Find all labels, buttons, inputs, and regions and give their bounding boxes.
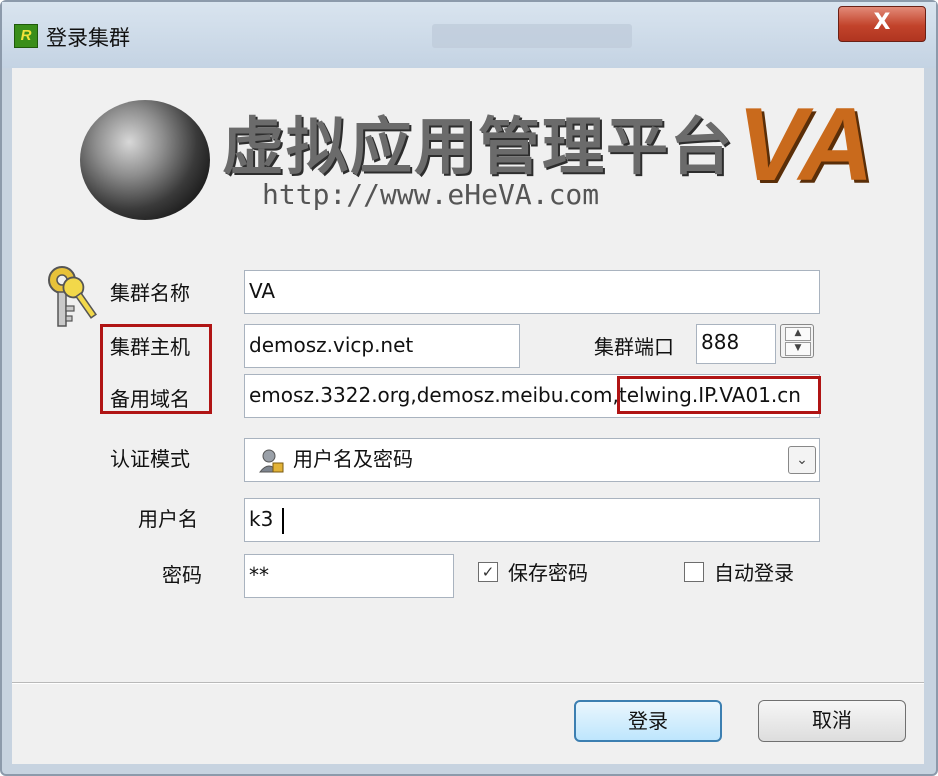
highlight-box-labels [100, 324, 212, 414]
auto-login-label[interactable]: 自动登录 [714, 560, 794, 586]
spin-down-icon[interactable]: ▼ [785, 342, 811, 356]
background-window-tab [432, 24, 632, 48]
globe-icon [80, 100, 210, 220]
close-button[interactable]: X [838, 6, 926, 42]
login-dialog: R 登录集群 X 虚拟应用管理平台 http://www.eHeVA.com V… [0, 0, 938, 776]
banner-url: http://www.eHeVA.com [262, 178, 600, 211]
window-title: 登录集群 [46, 26, 130, 50]
chevron-down-icon[interactable]: ⌄ [788, 446, 816, 474]
spin-up-icon[interactable]: ▲ [785, 327, 811, 341]
save-password-label[interactable]: 保存密码 [508, 560, 588, 586]
title-bar[interactable]: R 登录集群 X [2, 2, 936, 68]
port-spinner[interactable]: ▲ ▼ [780, 324, 814, 358]
username-label: 用户名 [138, 507, 198, 531]
username-input[interactable]: k3 [244, 498, 820, 542]
user-lock-icon [258, 449, 284, 473]
cancel-button[interactable]: 取消 [758, 700, 906, 742]
banner-brand: VA [737, 87, 874, 203]
brand-banner: 虚拟应用管理平台 http://www.eHeVA.com VA [72, 86, 892, 236]
auth-mode-label: 认证模式 [110, 447, 190, 471]
highlight-box-domain [617, 376, 821, 414]
login-button[interactable]: 登录 [574, 700, 722, 742]
text-cursor [282, 508, 284, 534]
auto-login-checkbox[interactable] [684, 562, 704, 582]
cluster-host-input[interactable]: demosz.vicp.net [244, 324, 520, 368]
cluster-port-input[interactable]: 888 [696, 324, 776, 364]
footer-divider [12, 682, 924, 684]
app-icon: R [14, 24, 38, 48]
cluster-name-label: 集群名称 [110, 281, 190, 305]
password-label: 密码 [162, 563, 202, 587]
save-password-checkbox[interactable]: ✓ [478, 562, 498, 582]
banner-title: 虚拟应用管理平台 [222, 110, 735, 183]
auth-mode-select[interactable]: 用户名及密码 [244, 438, 820, 482]
cluster-name-input[interactable]: VA [244, 270, 820, 314]
keys-icon [48, 266, 97, 327]
password-input[interactable]: ** [244, 554, 454, 598]
cluster-port-label: 集群端口 [594, 335, 674, 359]
dialog-body: 虚拟应用管理平台 http://www.eHeVA.com VA 集群名称 VA… [12, 68, 924, 764]
